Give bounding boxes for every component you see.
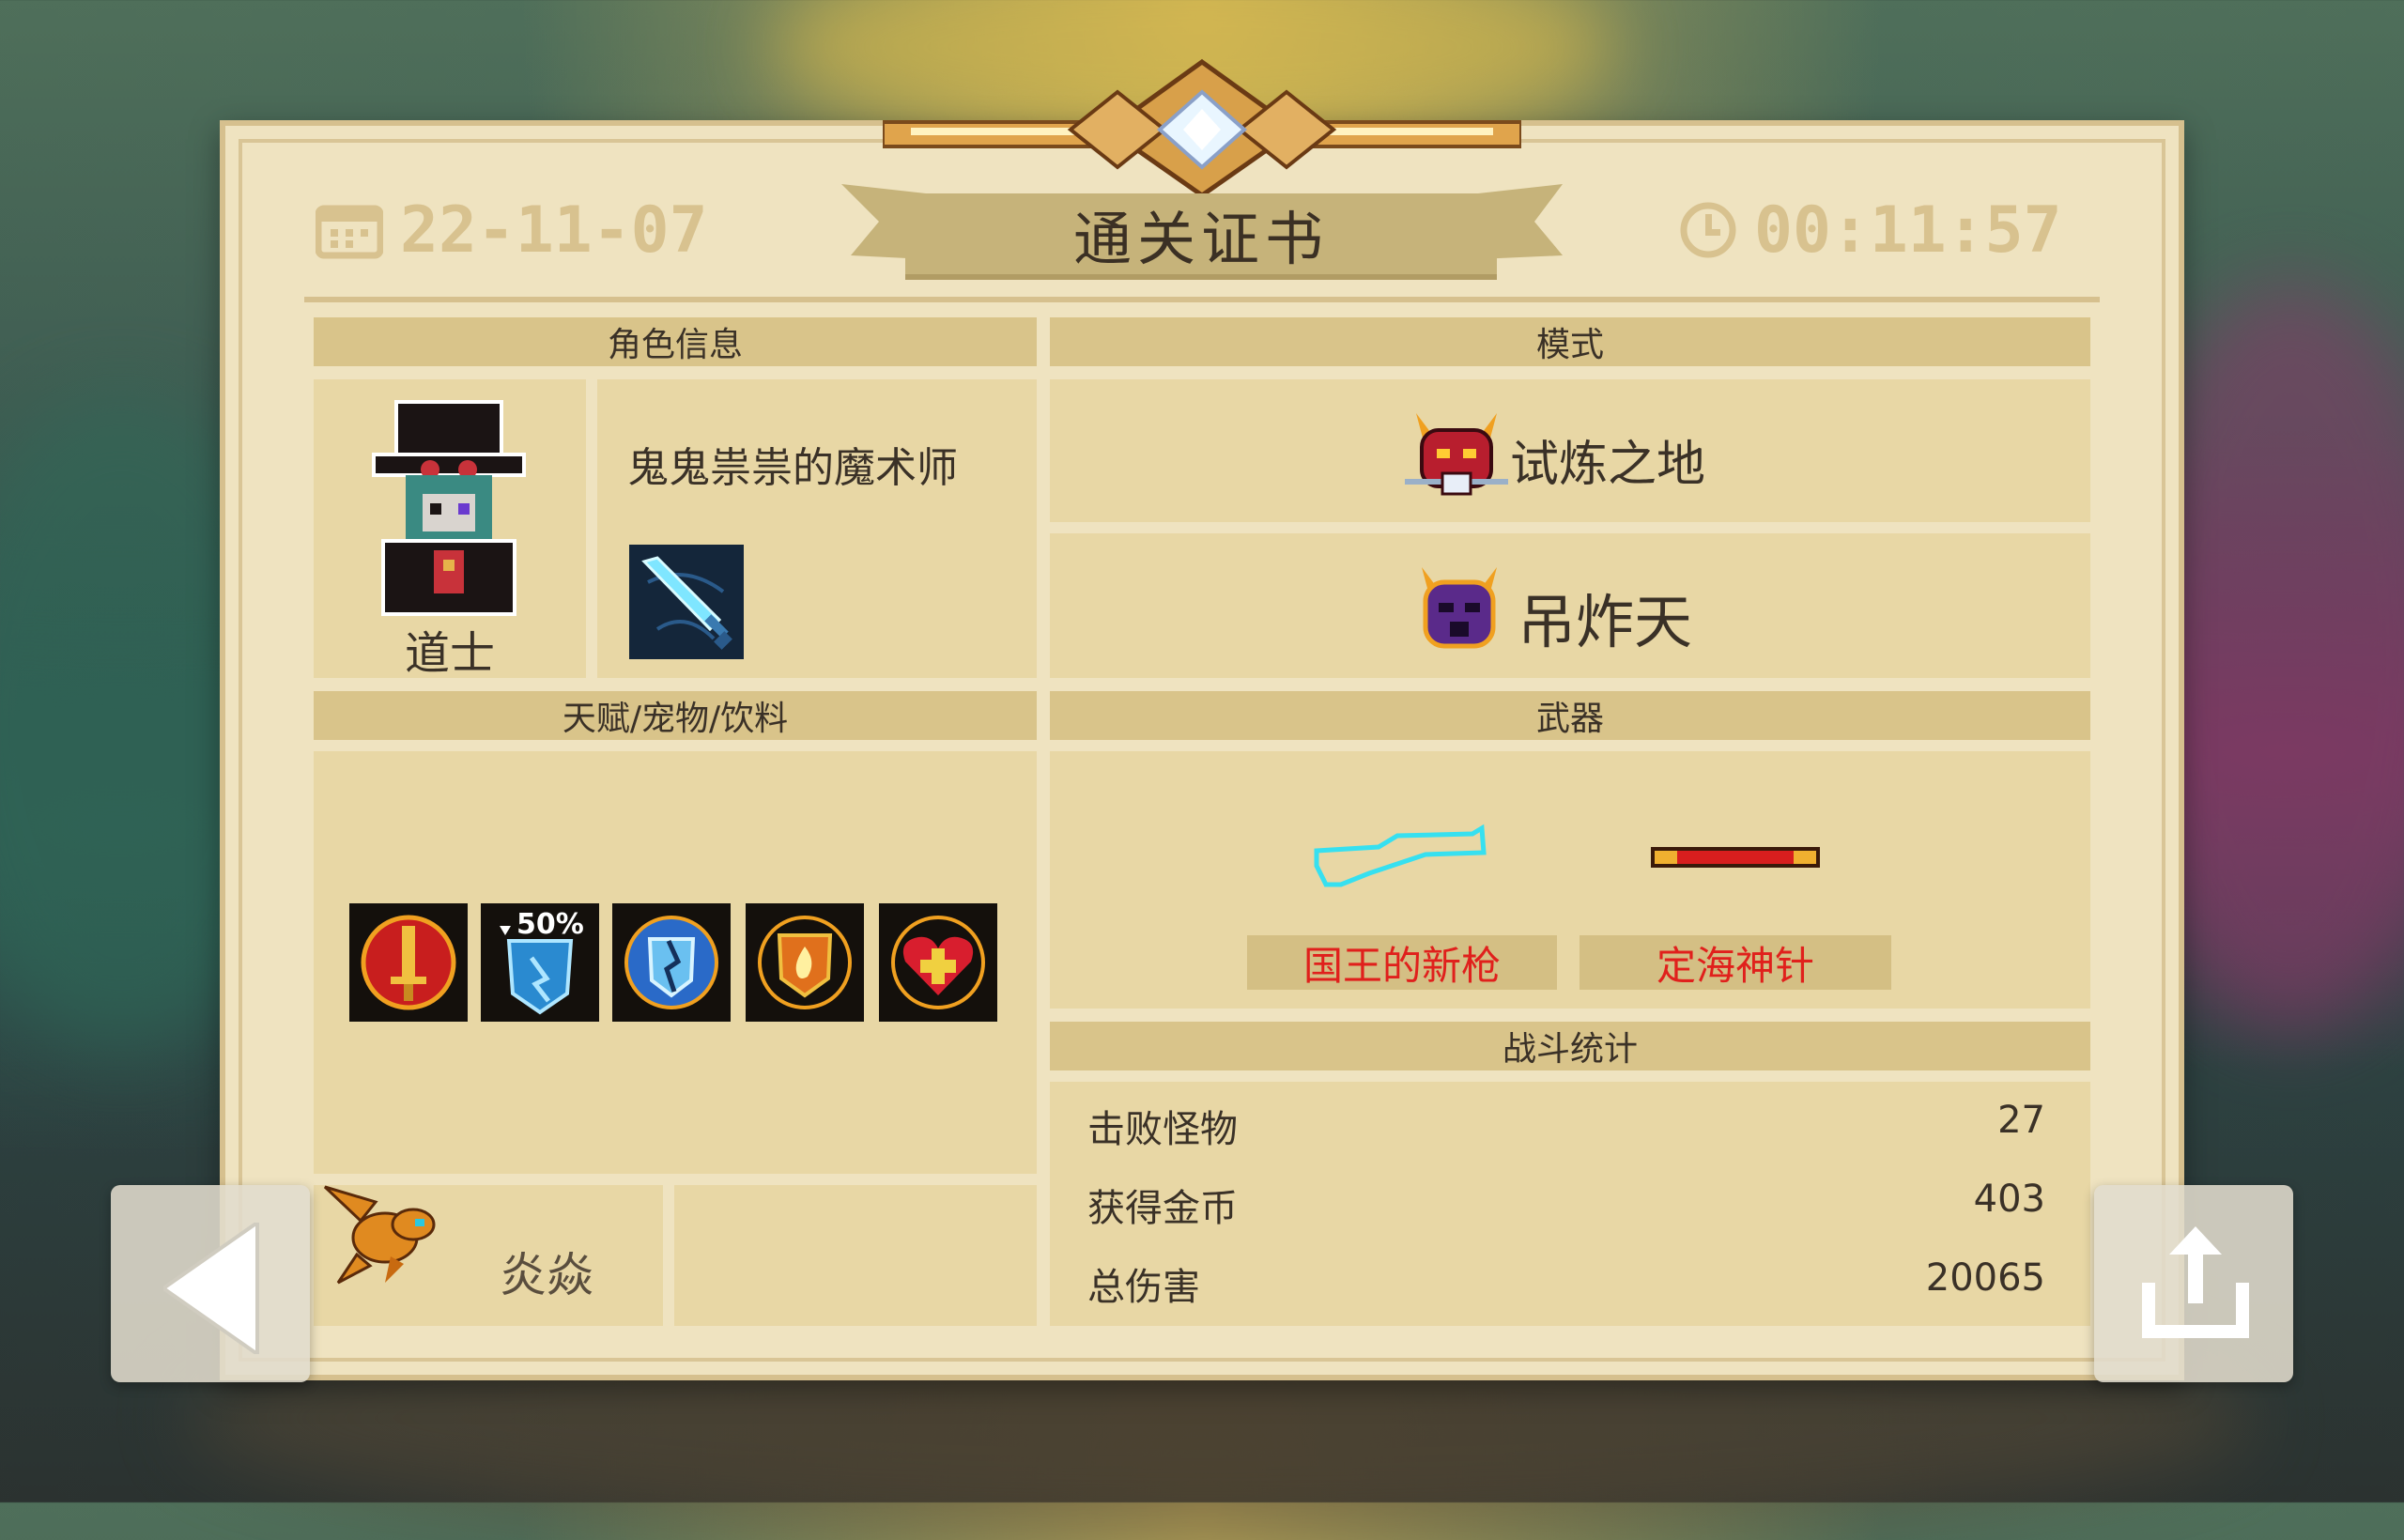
stat-label: 总伤害 <box>1087 1266 1200 1309</box>
shield-boost-talent-icon[interactable]: 50% <box>481 903 599 1022</box>
sword-icon <box>629 545 744 659</box>
weapon-name-2: 定海神针 <box>1580 935 1891 990</box>
character-class-name: 道士 <box>404 627 495 680</box>
mode-name-2: 吊炸天 <box>1518 588 1693 656</box>
character-info-header: 角色信息 <box>314 317 1037 366</box>
broken-shield-talent-icon[interactable] <box>612 903 731 1022</box>
invisible-gun-weapon-icon <box>1314 824 1487 887</box>
drink-slot-empty <box>674 1185 1037 1326</box>
badass-demon-icon <box>1422 567 1497 649</box>
stat-value: 403 <box>1973 1178 2045 1221</box>
time-display: 00:11:57 <box>1679 192 2062 268</box>
weapon-name-1: 国王的新枪 <box>1247 935 1557 990</box>
stat-row-kills: 击败怪物 27 <box>1087 1099 2045 1155</box>
attack-talent-icon[interactable] <box>349 903 468 1022</box>
weapons-header: 武器 <box>1050 691 2090 740</box>
clock-icon <box>1680 202 1736 258</box>
back-triangle-icon <box>163 1223 259 1354</box>
stat-value: 27 <box>1997 1099 2045 1142</box>
share-icon <box>2142 1226 2249 1338</box>
certificate-title: 通关证书 <box>905 193 1497 274</box>
taoist-character-sprite <box>372 400 526 616</box>
mode-header: 模式 <box>1050 317 2090 366</box>
stat-label: 击败怪物 <box>1087 1108 1238 1151</box>
weapons-panel <box>1050 751 2090 1009</box>
golden-staff-weapon-icon <box>1651 847 1820 868</box>
back-button[interactable] <box>111 1185 310 1382</box>
talent-boost-percent: 50% <box>516 908 584 941</box>
stat-row-gold: 获得金币 403 <box>1087 1178 2045 1234</box>
stat-value: 20065 <box>1925 1256 2045 1300</box>
share-button[interactable] <box>2094 1185 2293 1382</box>
mode-name-1: 试炼之地 <box>1510 437 1706 493</box>
crest-ornament <box>883 58 1521 195</box>
stat-label: 获得金币 <box>1087 1187 1238 1230</box>
combat-stats-header: 战斗统计 <box>1050 1022 2090 1070</box>
pet-name: 炎焱 <box>500 1248 593 1302</box>
date-display: 22-11-07 <box>316 192 708 268</box>
header-divider <box>304 297 2100 302</box>
date-text: 22-11-07 <box>400 192 708 268</box>
character-skin-name: 鬼鬼祟祟的魔术师 <box>627 444 958 492</box>
trial-demon-icon <box>1405 413 1508 496</box>
heart-heal-talent-icon[interactable] <box>879 903 997 1022</box>
stat-row-damage: 总伤害 20065 <box>1087 1256 2045 1313</box>
fire-shield-talent-icon[interactable] <box>746 903 864 1022</box>
talents-header: 天赋/宠物/饮料 <box>314 691 1037 740</box>
time-text: 00:11:57 <box>1754 192 2062 268</box>
fire-dragon-pet-icon <box>323 1185 436 1285</box>
calendar-icon <box>316 205 383 259</box>
